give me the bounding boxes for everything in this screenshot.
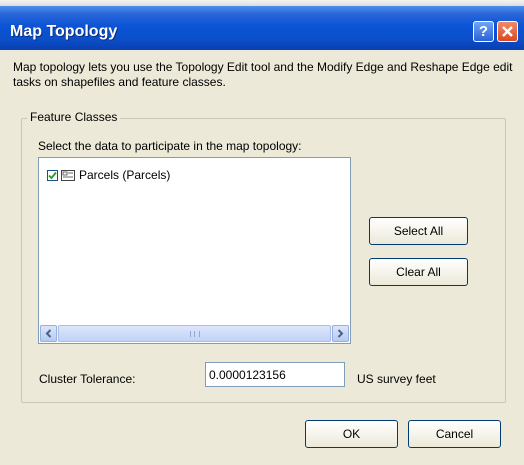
cluster-tolerance-label: Cluster Tolerance: [39, 372, 136, 386]
checkbox-checked-icon[interactable] [47, 169, 58, 181]
help-icon: ? [478, 23, 489, 40]
scroll-right-icon [337, 329, 344, 338]
scroll-left-button[interactable] [40, 325, 57, 342]
scroll-grip [189, 330, 200, 337]
horizontal-scrollbar[interactable] [40, 325, 349, 342]
cancel-button[interactable]: Cancel [408, 420, 501, 448]
list-item[interactable]: Parcels (Parcels) [47, 168, 170, 182]
cluster-tolerance-input[interactable] [205, 362, 345, 387]
feature-class-icon [61, 169, 75, 181]
list-item-label: Parcels (Parcels) [79, 168, 171, 182]
dialog-description: Map topology lets you use the Topology E… [13, 60, 513, 89]
feature-classes-legend: Feature Classes [27, 110, 121, 124]
scroll-left-icon [45, 329, 52, 338]
cluster-tolerance-unit: US survey feet [357, 372, 436, 386]
title-bar[interactable]: Map Topology ? [0, 6, 524, 50]
dialog-title: Map Topology [10, 23, 118, 40]
ok-button[interactable]: OK [305, 420, 398, 448]
select-data-label: Select the data to participate in the ma… [38, 139, 302, 153]
feature-class-list[interactable]: Parcels (Parcels) [38, 157, 351, 344]
scroll-right-button[interactable] [332, 325, 349, 342]
clear-all-button[interactable]: Clear All [369, 258, 468, 286]
scroll-thumb[interactable] [58, 325, 331, 342]
help-button[interactable]: ? [473, 21, 494, 42]
close-icon [502, 26, 513, 37]
select-all-button[interactable]: Select All [369, 217, 468, 245]
close-button[interactable] [497, 21, 518, 42]
